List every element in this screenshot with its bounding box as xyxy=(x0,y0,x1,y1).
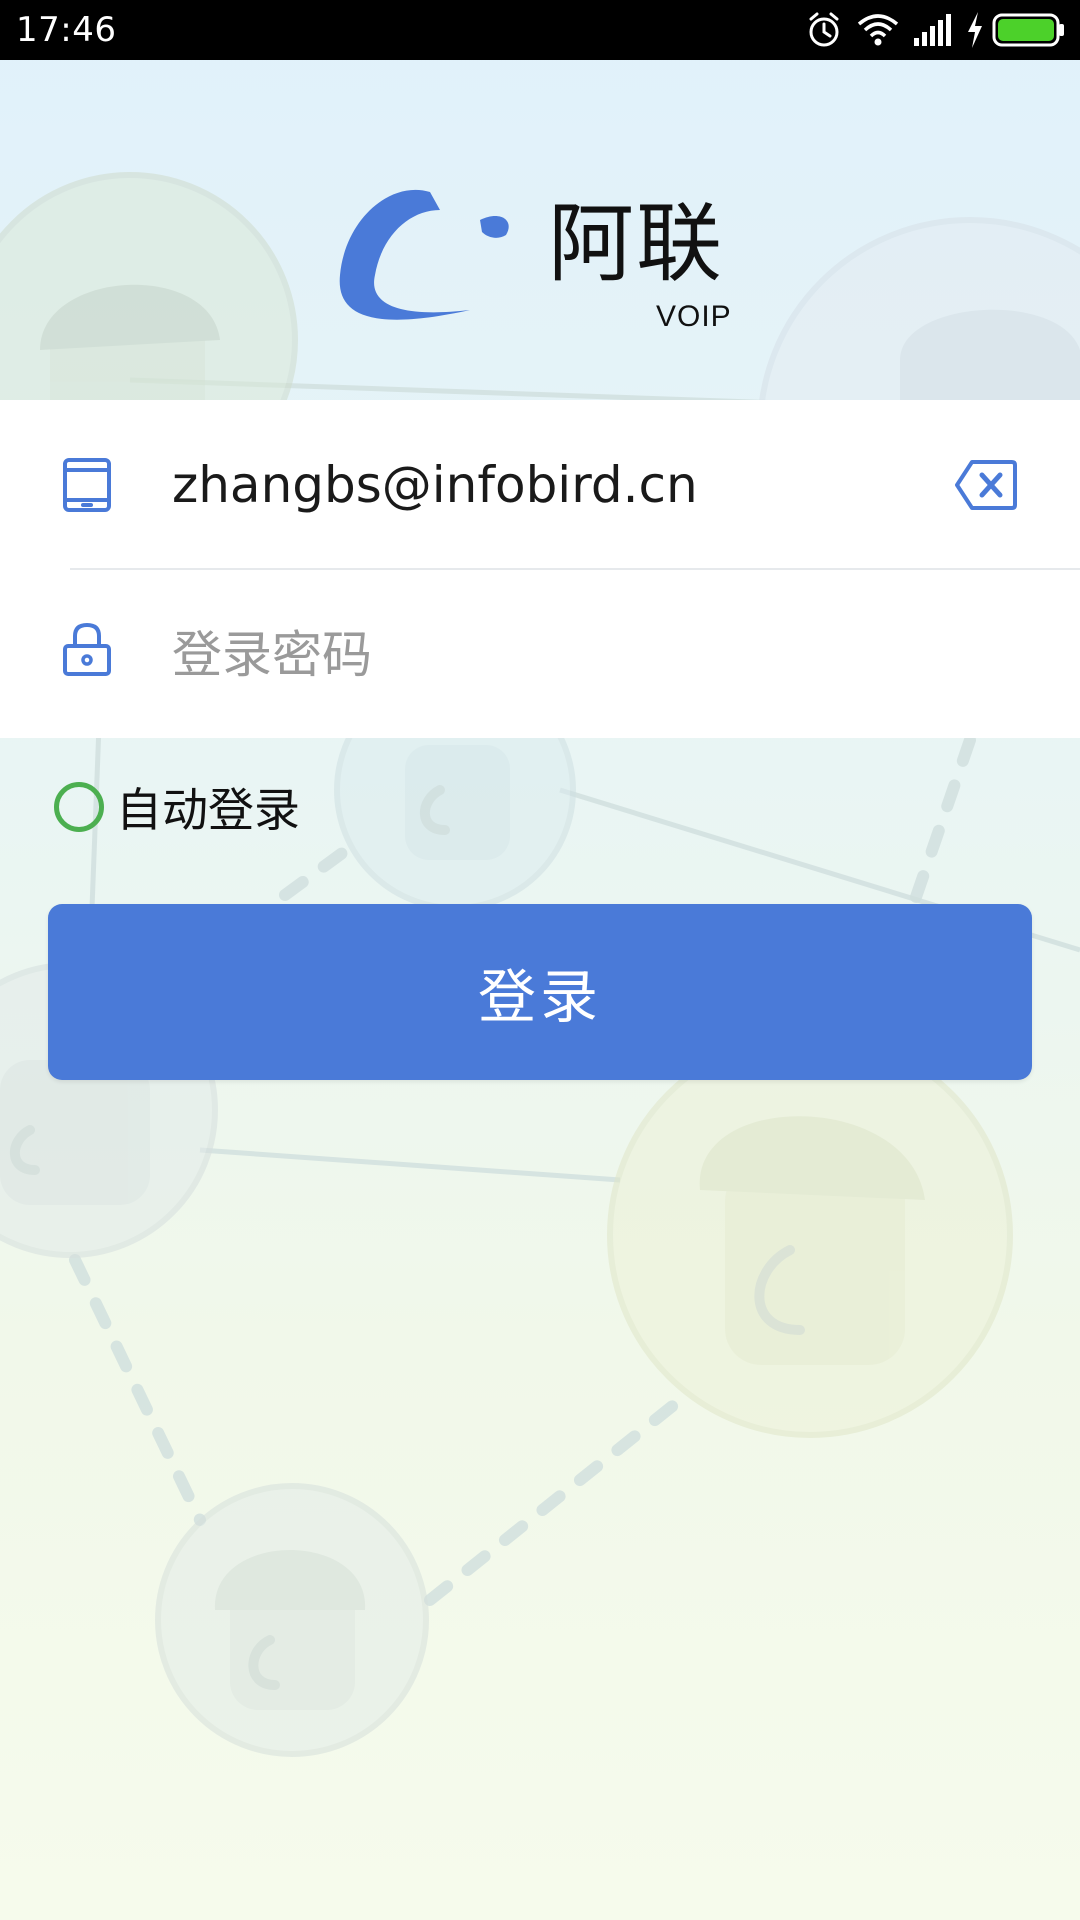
logo-subtitle: VOIP xyxy=(656,300,732,333)
status-time: 17:46 xyxy=(16,10,117,50)
account-row xyxy=(0,400,1080,568)
auto-login-label: 自动登录 xyxy=(116,783,300,837)
auto-login-radio[interactable] xyxy=(54,782,104,832)
account-input[interactable] xyxy=(172,440,932,530)
battery-icon xyxy=(992,13,1064,47)
clear-input-icon[interactable] xyxy=(954,458,1018,512)
login-form xyxy=(0,400,1080,738)
password-input[interactable] xyxy=(172,610,932,700)
alarm-icon xyxy=(809,12,839,47)
logo-name: 阿联 xyxy=(548,194,724,294)
password-row xyxy=(0,570,1080,738)
signal-icon xyxy=(914,14,951,46)
logo-mark-icon xyxy=(339,189,509,320)
status-bar: 17:46 xyxy=(0,0,1080,60)
lock-icon xyxy=(63,622,111,676)
wifi-icon xyxy=(857,14,899,46)
phone-icon xyxy=(63,458,111,512)
charging-icon xyxy=(968,12,982,48)
auto-login-toggle[interactable]: 自动登录 xyxy=(54,772,300,842)
app-logo: 阿联 VOIP xyxy=(330,180,750,340)
login-screen: 17:46 阿联 VOIP zhangbs@infobird.cn 自动登录 登… xyxy=(0,0,1080,1920)
login-button[interactable]: 登录 xyxy=(48,904,1032,1080)
